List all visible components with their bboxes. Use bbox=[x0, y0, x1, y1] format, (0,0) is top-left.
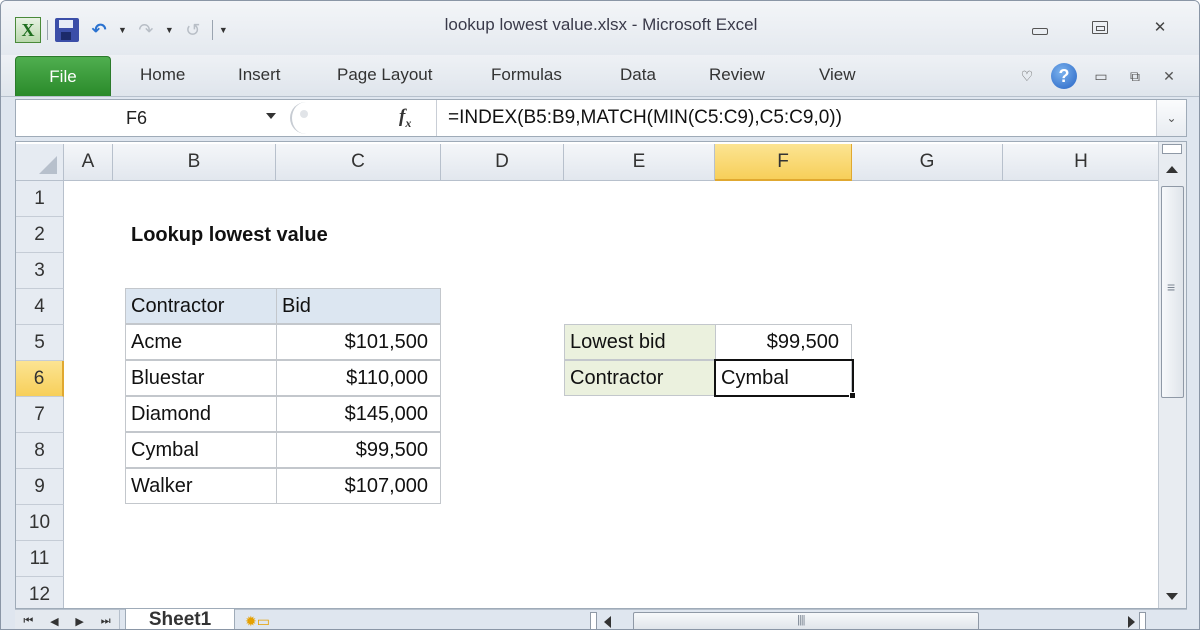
vertical-scrollbar[interactable] bbox=[1158, 142, 1186, 608]
lowest-bid-value[interactable]: $99,500 bbox=[715, 324, 852, 360]
row-header-3[interactable]: 3 bbox=[16, 253, 64, 289]
table-cell-bid[interactable]: $110,000 bbox=[276, 360, 441, 396]
sheet-nav-buttons: ⏮ ◀ ▶ ⏭ bbox=[15, 610, 120, 629]
sheet-title[interactable]: Lookup lowest value bbox=[126, 217, 333, 253]
column-header-f[interactable]: F bbox=[715, 144, 852, 181]
table-cell-contractor[interactable]: Walker bbox=[125, 468, 277, 504]
row-header-12[interactable]: 12 bbox=[16, 577, 64, 608]
scroll-right-icon[interactable] bbox=[1128, 616, 1135, 628]
name-box-dropdown-icon[interactable] bbox=[266, 113, 276, 119]
tab-review[interactable]: Review bbox=[709, 65, 765, 85]
scroll-down-icon[interactable] bbox=[1166, 593, 1178, 600]
column-header-g[interactable]: G bbox=[852, 144, 1003, 181]
help-icon[interactable]: ? bbox=[1051, 63, 1077, 89]
row-header-7[interactable]: 7 bbox=[16, 397, 64, 433]
workbook-minimize-icon[interactable]: ▭ bbox=[1091, 68, 1111, 85]
column-header-h[interactable]: H bbox=[1003, 144, 1160, 181]
row-header-11[interactable]: 11 bbox=[16, 541, 64, 577]
tab-insert[interactable]: Insert bbox=[238, 65, 281, 85]
formula-bar-splitter[interactable] bbox=[290, 102, 318, 134]
table-cell-bid[interactable]: $145,000 bbox=[276, 396, 441, 432]
first-sheet-icon[interactable]: ⏮ bbox=[23, 615, 33, 628]
minimize-ribbon-icon[interactable]: ♡ bbox=[1017, 68, 1037, 85]
tab-data[interactable]: Data bbox=[620, 65, 656, 85]
table-cell-contractor[interactable]: Bluestar bbox=[125, 360, 277, 396]
insert-worksheet-icon[interactable]: ✹▭ bbox=[237, 610, 297, 629]
column-header-c[interactable]: C bbox=[276, 144, 441, 181]
last-sheet-icon[interactable]: ⏭ bbox=[101, 615, 111, 628]
horizontal-scroll-thumb[interactable] bbox=[633, 612, 979, 629]
tab-view[interactable]: View bbox=[819, 65, 856, 85]
sheet-tab-sheet1[interactable]: Sheet1 bbox=[125, 609, 235, 629]
name-box[interactable]: F6 bbox=[16, 100, 286, 136]
close-button[interactable]: ✕ bbox=[1149, 19, 1171, 36]
restore-button[interactable] bbox=[1089, 19, 1111, 35]
active-cell-border bbox=[714, 359, 854, 397]
file-tab[interactable]: File bbox=[15, 56, 111, 96]
lowest-bid-label[interactable]: Lowest bid bbox=[564, 324, 716, 360]
scroll-left-icon[interactable] bbox=[604, 616, 611, 628]
column-header-b[interactable]: B bbox=[113, 144, 276, 181]
formula-input[interactable]: =INDEX(B5:B9,MATCH(MIN(C5:C9),C5:C9,0)) bbox=[448, 107, 842, 129]
scroll-up-icon[interactable] bbox=[1166, 166, 1178, 173]
tab-formulas[interactable]: Formulas bbox=[491, 65, 562, 85]
horizontal-split-box[interactable] bbox=[590, 612, 597, 629]
close-icon: ✕ bbox=[1153, 19, 1167, 36]
table-cell-contractor[interactable]: Diamond bbox=[125, 396, 277, 432]
workbook-close-icon[interactable]: ✕ bbox=[1159, 68, 1179, 85]
row-header-4[interactable]: 4 bbox=[16, 289, 64, 325]
ribbon-tabs: File Home Insert Page Layout Formulas Da… bbox=[1, 55, 1199, 97]
worksheet-grid[interactable]: A B C D E F G H 1 2 3 4 5 6 7 8 9 10 11 … bbox=[15, 141, 1187, 609]
row-header-6[interactable]: 6 bbox=[16, 361, 64, 397]
formula-bar: F6 fx =INDEX(B5:B9,MATCH(MIN(C5:C9),C5:C… bbox=[15, 99, 1187, 137]
tab-page-layout[interactable]: Page Layout bbox=[337, 65, 432, 85]
vertical-scroll-thumb[interactable] bbox=[1161, 186, 1184, 398]
table-header-contractor[interactable]: Contractor bbox=[125, 288, 277, 324]
row-header-9[interactable]: 9 bbox=[16, 469, 64, 505]
table-cell-contractor[interactable]: Acme bbox=[125, 324, 277, 360]
prev-sheet-icon[interactable]: ◀ bbox=[50, 615, 58, 628]
window-controls: ✕ bbox=[1029, 19, 1171, 36]
horizontal-scrollbar[interactable] bbox=[590, 610, 1150, 629]
vertical-split-box-right[interactable] bbox=[1139, 612, 1146, 629]
row-header-8[interactable]: 8 bbox=[16, 433, 64, 469]
fill-handle[interactable] bbox=[849, 392, 856, 399]
row-header-2[interactable]: 2 bbox=[16, 217, 64, 253]
insert-function-icon[interactable]: fx bbox=[399, 106, 411, 131]
table-cell-bid[interactable]: $101,500 bbox=[276, 324, 441, 360]
minimize-icon bbox=[1032, 27, 1048, 35]
next-sheet-icon[interactable]: ▶ bbox=[75, 615, 83, 628]
table-header-bid[interactable]: Bid bbox=[276, 288, 441, 324]
name-box-value[interactable]: F6 bbox=[126, 108, 147, 129]
select-all-button[interactable] bbox=[16, 144, 64, 181]
table-cell-bid[interactable]: $99,500 bbox=[276, 432, 441, 468]
contractor-label[interactable]: Contractor bbox=[564, 360, 716, 396]
column-header-d[interactable]: D bbox=[441, 144, 564, 181]
column-header-a[interactable]: A bbox=[64, 144, 113, 181]
row-header-5[interactable]: 5 bbox=[16, 325, 64, 361]
sheet-tabs-bar: ⏮ ◀ ▶ ⏭ Sheet1 ✹▭ bbox=[15, 609, 1187, 629]
row-header-10[interactable]: 10 bbox=[16, 505, 64, 541]
workbook-restore-icon[interactable]: ⧉ bbox=[1125, 68, 1145, 85]
restore-icon bbox=[1092, 20, 1108, 34]
column-header-e[interactable]: E bbox=[564, 144, 715, 181]
title-bar: X ↶ ▼ ↷ ▼ ↺ ▼ lookup lowest value.xlsx -… bbox=[1, 1, 1199, 55]
tab-home[interactable]: Home bbox=[140, 65, 185, 85]
row-header-1[interactable]: 1 bbox=[16, 181, 64, 217]
expand-formula-bar-button[interactable]: ⌄ bbox=[1156, 100, 1186, 136]
window-title: lookup lowest value.xlsx - Microsoft Exc… bbox=[444, 15, 758, 34]
table-cell-contractor[interactable]: Cymbal bbox=[125, 432, 277, 468]
ribbon-right-controls: ♡ ? ▭ ⧉ ✕ bbox=[1017, 63, 1179, 89]
table-cell-bid[interactable]: $107,000 bbox=[276, 468, 441, 504]
chevron-down-icon: ⌄ bbox=[1166, 111, 1177, 125]
vertical-split-box[interactable] bbox=[1162, 144, 1182, 154]
excel-window: X ↶ ▼ ↷ ▼ ↺ ▼ lookup lowest value.xlsx -… bbox=[0, 0, 1200, 630]
minimize-button[interactable] bbox=[1029, 19, 1051, 35]
formula-separator bbox=[436, 100, 437, 136]
